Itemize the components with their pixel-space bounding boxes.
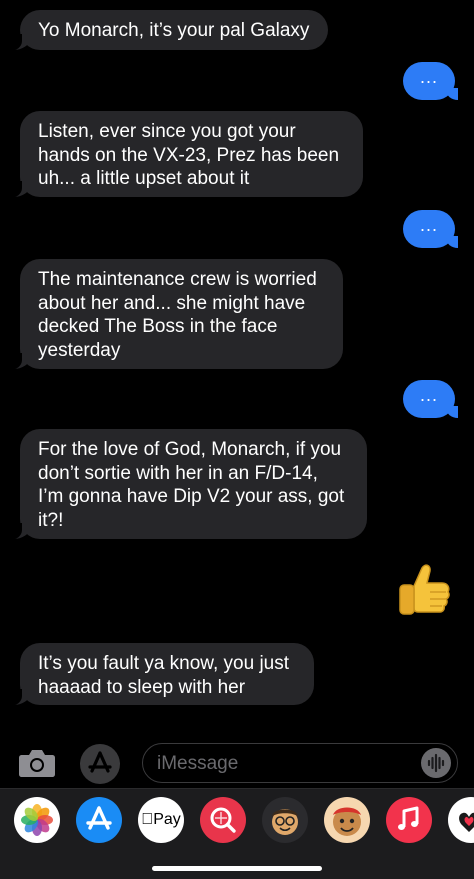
message-line: decked The Boss in the face [38, 316, 278, 337]
message-bubble-incoming[interactable]: Yo Monarch, it’s your pal Galaxy [8, 10, 328, 51]
music-app-button[interactable] [386, 797, 432, 843]
message-bubble-incoming[interactable]: For the love of God, Monarch, if you don… [8, 429, 367, 540]
message-text: ... [419, 215, 438, 235]
message-thread[interactable]: Yo Monarch, it’s your pal Galaxy ... Lis… [0, 0, 474, 740]
image-search-app-button[interactable] [200, 797, 246, 843]
message-line: I’m gonna have Dip V2 your ass, got [38, 486, 345, 507]
message-line: Listen, ever since you got your [38, 121, 296, 142]
message-bubble-outgoing[interactable]: ... [403, 62, 458, 100]
message-text: Yo Monarch, it’s your pal Galaxy [38, 20, 310, 41]
message-line: don’t sortie with her in an F/D-14, [38, 462, 318, 484]
home-indicator[interactable] [152, 866, 322, 871]
thumbs-up-icon[interactable] [392, 562, 452, 622]
message-line: It’s you fault ya know, you just [38, 653, 290, 674]
message-line: haaaad to sleep with her [38, 676, 246, 698]
message-bubble-outgoing[interactable]: ... [403, 210, 458, 248]
compose-bar: iMessage [0, 740, 474, 788]
message-line: about her and... she might have [38, 292, 306, 314]
photos-icon [21, 804, 53, 836]
voice-input-button[interactable] [421, 748, 451, 778]
message-bubble-incoming[interactable]: Listen, ever since you got your hands on… [8, 111, 363, 198]
apple-pay-icon: Pay [141, 811, 181, 828]
message-bubble-incoming[interactable]: The maintenance crew is worried about he… [8, 259, 343, 370]
message-input-placeholder: iMessage [157, 753, 239, 774]
app-store-icon [86, 806, 112, 830]
app-store-icon [88, 751, 112, 773]
camera-icon[interactable] [18, 748, 56, 778]
photos-app-button[interactable] [14, 797, 60, 843]
message-text: ... [419, 385, 438, 405]
app-store-app-button[interactable] [76, 797, 122, 843]
message-bubble-incoming[interactable]: It’s you fault ya know, you just haaaad … [8, 643, 314, 706]
message-line: it?! [38, 509, 64, 531]
message-bubble-outgoing[interactable]: ... [403, 380, 458, 418]
image-search-icon [210, 807, 236, 833]
message-line: hands on the VX-23, Prez has been [38, 144, 340, 166]
memoji-icon [272, 809, 298, 835]
app-store-button[interactable] [80, 744, 120, 784]
apple-pay-app-button[interactable]: Pay [138, 797, 184, 843]
memoji-app-button[interactable] [262, 797, 308, 843]
digital-touch-icon [459, 812, 474, 832]
animoji-app-button[interactable] [324, 797, 370, 843]
message-input[interactable]: iMessage [142, 743, 458, 783]
message-text: ... [419, 67, 438, 87]
music-icon [398, 806, 419, 830]
message-line: For the love of God, Monarch, if you [38, 439, 342, 460]
digital-touch-app-button[interactable] [448, 797, 474, 843]
message-line: yesterday [38, 339, 121, 361]
message-line: uh... a little upset about it [38, 168, 250, 189]
waveform-icon [427, 753, 445, 773]
message-line: The maintenance crew is worried [38, 269, 317, 290]
animoji-icon [333, 807, 361, 836]
